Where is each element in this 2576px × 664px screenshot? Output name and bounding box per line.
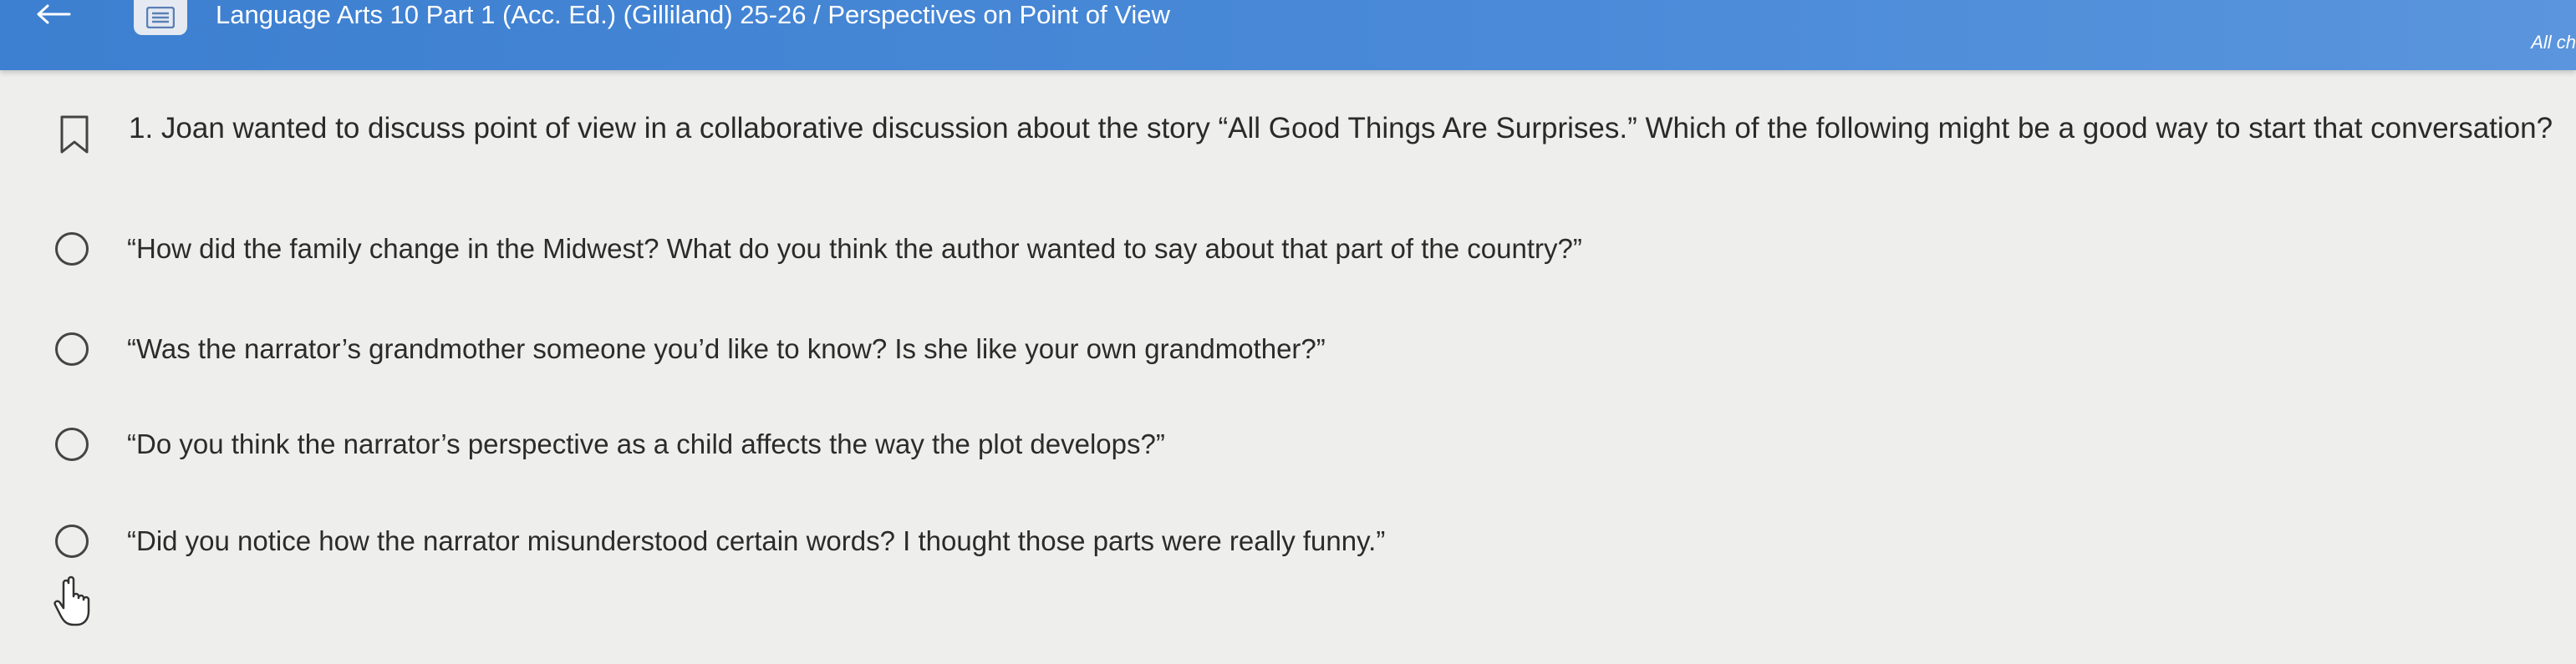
radio-button[interactable] <box>55 232 89 266</box>
hand-pointer-cursor-icon <box>53 575 90 626</box>
answer-option-4[interactable]: “Did you notice how the narrator misunde… <box>55 523 1385 560</box>
question-text: 1. Joan wanted to discuss point of view … <box>129 112 2553 144</box>
arrow-left-icon <box>37 4 71 24</box>
back-button[interactable] <box>23 0 82 28</box>
answer-option-1[interactable]: “How did the family change in the Midwes… <box>55 231 1582 267</box>
answer-option-label[interactable]: “How did the family change in the Midwes… <box>127 231 1582 267</box>
course-breadcrumb-title: Language Arts 10 Part 1 (Acc. Ed.) (Gill… <box>216 0 1170 29</box>
radio-button[interactable] <box>55 525 89 558</box>
answer-option-3[interactable]: “Do you think the narrator’s perspective… <box>55 426 1165 463</box>
top-header-bar: Language Arts 10 Part 1 (Acc. Ed.) (Gill… <box>0 0 2576 70</box>
answer-option-label[interactable]: “Did you notice how the narrator misunde… <box>127 523 1385 560</box>
radio-button[interactable] <box>55 428 89 461</box>
answer-option-2[interactable]: “Was the narrator’s grandmother someone … <box>55 331 1326 367</box>
answer-option-label[interactable]: “Do you think the narrator’s perspective… <box>127 426 1165 463</box>
question-block: 1. Joan wanted to discuss point of view … <box>53 109 2553 155</box>
answer-option-label[interactable]: “Was the narrator’s grandmother someone … <box>127 331 1326 367</box>
bookmark-icon[interactable] <box>53 114 95 155</box>
list-menu-icon <box>146 7 175 28</box>
radio-button[interactable] <box>55 332 89 366</box>
course-menu-button[interactable] <box>134 0 187 35</box>
all-chapters-link[interactable]: All ch <box>2531 32 2576 53</box>
